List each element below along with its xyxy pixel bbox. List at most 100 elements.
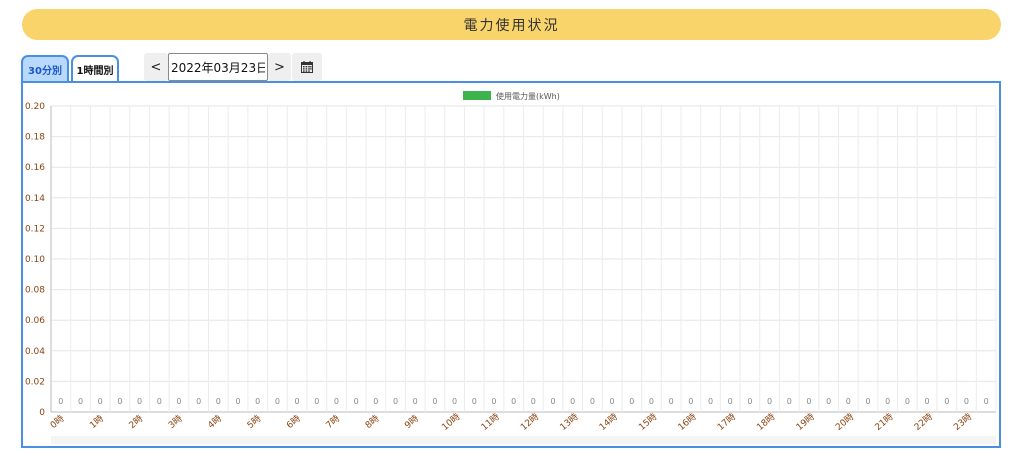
bar-data-label: 0 <box>531 397 536 406</box>
y-tick-label: 0.02 <box>25 377 45 387</box>
x-tick-label: 16時 <box>676 411 699 433</box>
bar-data-label: 0 <box>747 397 752 406</box>
bar-data-label: 0 <box>806 397 811 406</box>
calendar-icon <box>301 61 313 73</box>
x-tick-label: 23時 <box>952 411 975 433</box>
y-tick-label: 0.18 <box>25 133 45 143</box>
bar-data-label: 0 <box>255 397 260 406</box>
bar-data-label: 0 <box>157 397 162 406</box>
x-tick-label: 9時 <box>403 413 421 431</box>
bar-data-label: 0 <box>984 397 989 406</box>
bar-data-label: 0 <box>137 397 142 406</box>
bar-data-label: 0 <box>826 397 831 406</box>
bar-data-label: 0 <box>846 397 851 406</box>
tab-30min-label: 30分別 <box>28 65 62 77</box>
date-input[interactable] <box>168 53 268 81</box>
bar-data-label: 0 <box>511 397 516 406</box>
x-tick-label: 20時 <box>834 411 857 433</box>
bar-data-label: 0 <box>688 397 693 406</box>
bar-data-label: 0 <box>865 397 870 406</box>
bar-data-label: 0 <box>570 397 575 406</box>
x-tick-label: 6時 <box>284 413 302 431</box>
power-usage-chart: 0 0 0 0 0 0 0 0 0 0 0 0 0 0 0 0 0 0 0 0 0 0 0 0 0 0 0 0 0 0 0 0 0 0 0 0 0 0 0 0… <box>25 91 997 444</box>
tab-1hour[interactable]: 1時間別 <box>71 55 119 81</box>
x-tick-label: 17時 <box>715 411 738 433</box>
prev-date-button[interactable]: < <box>144 53 168 81</box>
chart-bottom-track <box>51 436 996 444</box>
x-tick-label: 0時 <box>48 413 66 431</box>
bar-data-label: 0 <box>590 397 595 406</box>
x-tick-label: 3時 <box>166 413 184 431</box>
bar-data-label: 0 <box>413 397 418 406</box>
x-tick-label: 12時 <box>519 411 542 433</box>
bar-data-label: 0 <box>787 397 792 406</box>
y-tick-label: 0.04 <box>25 347 45 357</box>
bar-data-label: 0 <box>216 397 221 406</box>
x-tick-label: 4時 <box>206 413 224 431</box>
x-tick-label: 10時 <box>440 411 463 433</box>
bar-data-label: 0 <box>58 397 63 406</box>
bar-data-label: 0 <box>649 397 654 406</box>
bar-data-label: 0 <box>905 397 910 406</box>
bar-data-label: 0 <box>393 397 398 406</box>
bar-data-label: 0 <box>295 397 300 406</box>
x-tick-label: 19時 <box>794 411 817 433</box>
x-tick-label: 5時 <box>245 413 263 431</box>
y-tick-label: 0.14 <box>25 194 45 204</box>
x-tick-label: 1時 <box>88 413 106 431</box>
bar-data-label: 0 <box>334 397 339 406</box>
x-tick-label: 14時 <box>597 411 620 433</box>
bar-data-label: 0 <box>354 397 359 406</box>
x-tick-label: 21時 <box>873 411 896 433</box>
x-tick-label: 18時 <box>755 411 778 433</box>
legend-swatch <box>463 91 491 100</box>
bar-data-label: 0 <box>98 397 103 406</box>
bar-data-label: 0 <box>669 397 674 406</box>
bar-data-label: 0 <box>196 397 201 406</box>
y-tick-label: 0.10 <box>25 255 45 265</box>
page-title: 電力使用状況 <box>22 9 1001 40</box>
bar-data-label: 0 <box>176 397 181 406</box>
bar-data-label: 0 <box>432 397 437 406</box>
bar-data-label: 0 <box>373 397 378 406</box>
bar-data-label: 0 <box>275 397 280 406</box>
next-date-label: > <box>274 59 285 75</box>
y-tick-label: 0.20 <box>25 102 45 112</box>
x-tick-label: 22時 <box>912 411 935 433</box>
bar-data-label: 0 <box>472 397 477 406</box>
x-tick-label: 7時 <box>324 413 342 431</box>
bar-data-label: 0 <box>550 397 555 406</box>
bar-data-label: 0 <box>452 397 457 406</box>
bar-data-label: 0 <box>925 397 930 406</box>
y-tick-label: 0.06 <box>25 316 45 326</box>
bar-data-label: 0 <box>117 397 122 406</box>
bar-data-label: 0 <box>708 397 713 406</box>
bar-data-label: 0 <box>314 397 319 406</box>
y-tick-label: 0 <box>39 408 45 418</box>
tab-30min[interactable]: 30分別 <box>21 55 69 81</box>
next-date-button[interactable]: > <box>268 53 291 81</box>
bar-data-label: 0 <box>964 397 969 406</box>
x-tick-label: 13時 <box>558 411 581 433</box>
x-tick-label: 2時 <box>127 413 145 431</box>
x-tick-label: 8時 <box>363 413 381 431</box>
bar-data-label: 0 <box>767 397 772 406</box>
bar-data-label: 0 <box>728 397 733 406</box>
bar-data-label: 0 <box>629 397 634 406</box>
bar-data-label: 0 <box>491 397 496 406</box>
tab-1hour-label: 1時間別 <box>76 65 114 77</box>
calendar-button[interactable] <box>292 53 322 81</box>
bar-data-label: 0 <box>78 397 83 406</box>
y-tick-label: 0.12 <box>25 224 45 234</box>
legend-label: 使用電力量(kWh) <box>496 91 560 101</box>
bar-data-label: 0 <box>944 397 949 406</box>
x-tick-label: 15時 <box>637 411 660 433</box>
x-tick-label: 11時 <box>479 411 502 433</box>
page-title-text: 電力使用状況 <box>463 17 560 34</box>
y-tick-label: 0.16 <box>25 163 45 173</box>
bar-data-label: 0 <box>885 397 890 406</box>
bar-data-label: 0 <box>610 397 615 406</box>
prev-date-label: < <box>150 59 162 75</box>
chart-container: 0 0 0 0 0 0 0 0 0 0 0 0 0 0 0 0 0 0 0 0 0 0 0 0 0 0 0 0 0 0 0 0 0 0 0 0 0 0 0 0… <box>21 81 1001 448</box>
y-tick-label: 0.08 <box>25 286 45 296</box>
